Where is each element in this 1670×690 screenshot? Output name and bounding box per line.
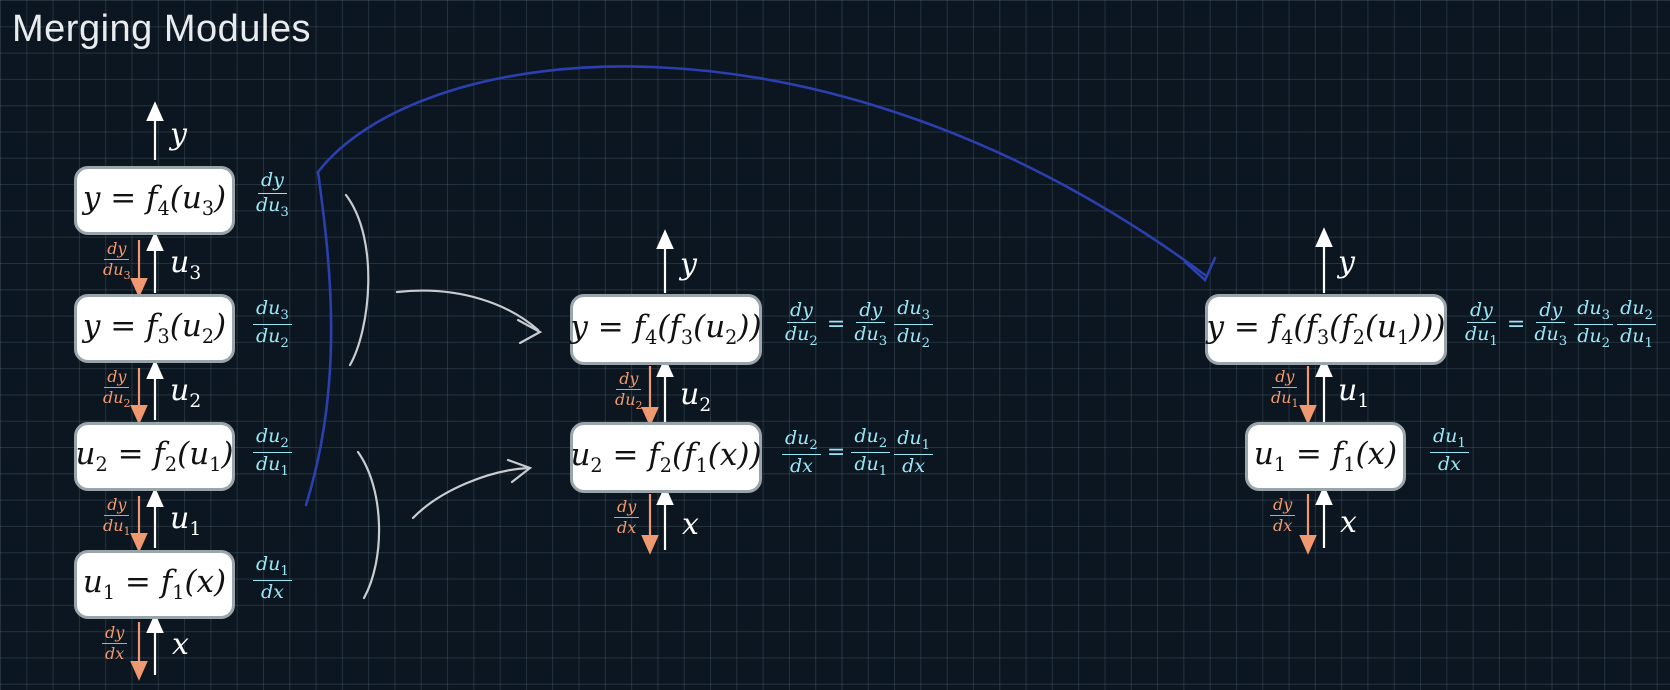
- var-x-label: x: [682, 507, 699, 542]
- module-expression: y = f3(u2): [82, 308, 227, 349]
- var-x-label: x: [1340, 505, 1357, 540]
- module-expression: u1 = f1(x): [82, 564, 227, 605]
- right-arrows: [1299, 227, 1333, 555]
- chain-rule-eq-dy-du2: dy du2 = dy du3 du3 du2: [782, 297, 934, 351]
- gray-arrow-bottom: [411, 466, 530, 520]
- grad-dy-dx: dy dx: [1270, 495, 1296, 536]
- module-expression: u1 = f1(x): [1253, 436, 1398, 477]
- var-u1-label: u1: [1338, 373, 1370, 412]
- module-f3[interactable]: y = f3(u2): [74, 294, 235, 363]
- module-f2-f1[interactable]: u2 = f2(f1(x)): [570, 422, 762, 493]
- var-u3-label: u3: [170, 245, 202, 284]
- module-expression: y = f4(f3(f2(u1))): [1206, 309, 1446, 350]
- blue-bracket: [304, 170, 333, 507]
- gray-brace-bottom: [356, 450, 381, 600]
- output-y-label: y: [680, 247, 697, 282]
- var-u1-label: u1: [170, 501, 202, 540]
- grad-dy-du2: dy du2: [615, 369, 643, 413]
- var-u2-label: u2: [680, 377, 712, 416]
- var-u2-label: u2: [170, 373, 202, 412]
- module-f2[interactable]: u2 = f2(u1): [74, 422, 235, 491]
- local-deriv-dy-du3: dy du3: [256, 169, 289, 220]
- module-f4-f3-f2[interactable]: y = f4(f3(f2(u1))): [1205, 294, 1447, 365]
- module-f1[interactable]: u1 = f1(x): [1245, 422, 1406, 491]
- grad-dy-du2: dy du2: [103, 367, 131, 411]
- gray-arrow-top: [395, 289, 540, 332]
- module-expression: y = f4(u3): [82, 180, 227, 221]
- module-expression: u2 = f2(f1(x)): [570, 437, 762, 478]
- local-deriv-du2-du1: du2 du1: [253, 425, 292, 479]
- grad-dy-du3: dy du3: [103, 239, 131, 283]
- module-expression: u2 = f2(u1): [75, 436, 234, 477]
- local-deriv-du3-du2: du3 du2: [253, 297, 292, 351]
- gray-arrowhead-bottom: [506, 458, 533, 484]
- middle-arrows: [641, 229, 674, 555]
- module-f4[interactable]: y = f4(u3): [74, 166, 235, 235]
- blue-merge-arc: [316, 65, 1207, 277]
- output-y-label: y: [1338, 245, 1355, 280]
- module-expression: y = f4(f3(u2)): [570, 309, 762, 350]
- grad-dy-dx: dy dx: [614, 497, 640, 538]
- grad-dy-dx: dy dx: [102, 623, 128, 664]
- blue-arrowhead: [1183, 256, 1217, 283]
- chain-rule-eq-dy-du1: dy du1 = dy du3 du3 du2 du2 du1: [1462, 297, 1656, 351]
- module-f4-f3[interactable]: y = f4(f3(u2)): [570, 294, 762, 365]
- module-f1[interactable]: u1 = f1(x): [74, 550, 235, 619]
- grad-dy-du1: dy du1: [103, 495, 131, 539]
- output-y-label: y: [170, 117, 187, 152]
- var-x-label: x: [172, 627, 189, 662]
- grad-dy-du1: dy du1: [1271, 367, 1299, 411]
- gray-brace-top: [344, 193, 370, 367]
- local-deriv-du1-dx: du1 dx: [253, 553, 292, 604]
- local-deriv-du1-dx: du1 dx: [1430, 425, 1469, 476]
- chain-rule-eq-du2-dx: du2 dx = du2 du1 du1 dx: [782, 425, 934, 479]
